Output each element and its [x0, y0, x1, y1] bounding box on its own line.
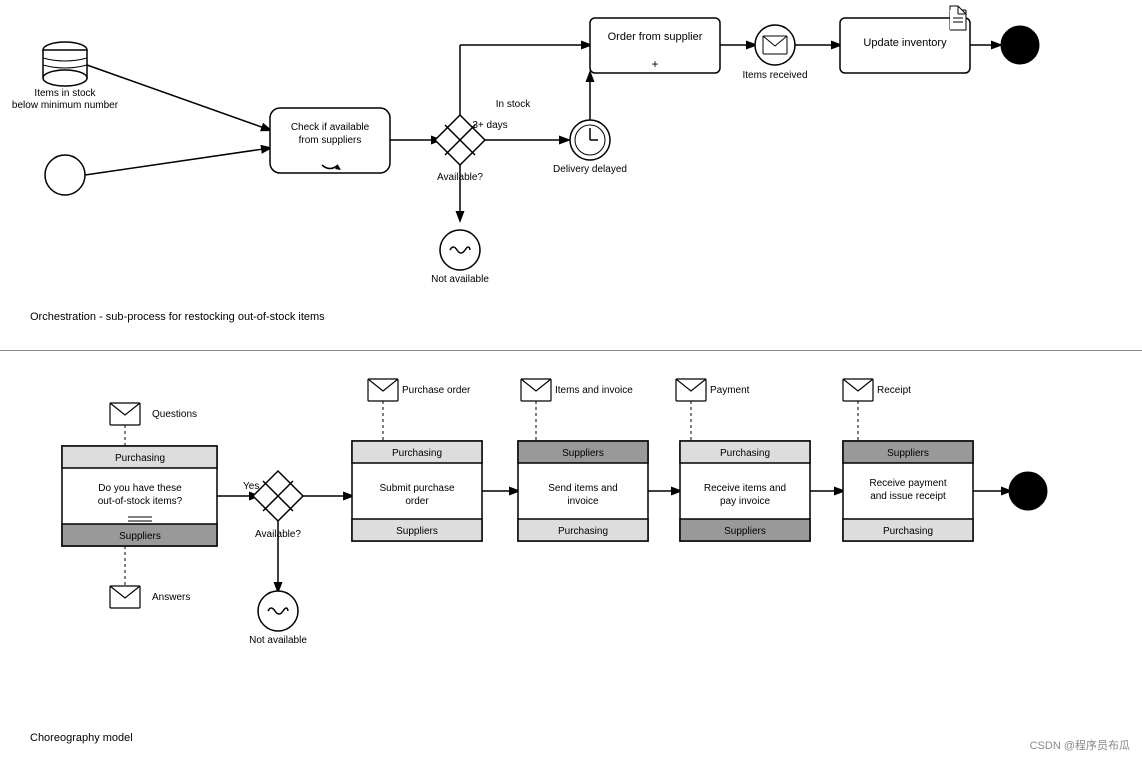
page: Items in stock below minimum number Chec…: [0, 0, 1142, 761]
top-diagram: Items in stock below minimum number Chec…: [0, 0, 1142, 350]
threedays-label: 3+ days: [472, 120, 507, 131]
po-msg-label: Purchase order: [402, 385, 471, 396]
check-main2: out-of-stock items?: [98, 496, 183, 507]
pay-main1: Receive items and: [704, 483, 786, 494]
watermark: CSDN @程序员布瓜: [1030, 737, 1130, 753]
svg-text:+: +: [651, 57, 658, 71]
rec-top-label: Suppliers: [887, 448, 929, 459]
bottom-diagram-title: Choreography model: [30, 732, 133, 744]
pay-main2: pay invoice: [720, 496, 770, 507]
task1-label1: Check if available: [291, 122, 370, 133]
start1-label2: below minimum number: [12, 100, 119, 111]
questions-label: Questions: [152, 409, 197, 420]
not-available-label2: Not available: [249, 635, 307, 646]
check-top-label: Purchasing: [115, 453, 165, 464]
inv-msg-label: Items and invoice: [555, 385, 633, 396]
inv-main2: invoice: [567, 496, 599, 507]
top-svg: Items in stock below minimum number Chec…: [0, 0, 1142, 350]
rec-bot-label: Purchasing: [883, 526, 933, 537]
items-received-label: Items received: [742, 70, 807, 81]
pay-bot-label: Suppliers: [724, 526, 766, 537]
start1-label: Items in stock: [34, 88, 96, 99]
instock-label: In stock: [496, 99, 531, 110]
po-main2: order: [405, 496, 429, 507]
not-available-label: Not available: [431, 274, 489, 285]
bottom-svg: Questions Purchasing Do you have these o…: [0, 351, 1142, 762]
po-top-label: Purchasing: [392, 448, 442, 459]
inv-top-label: Suppliers: [562, 448, 604, 459]
yes-label: Yes: [243, 481, 259, 492]
inv-main1: Send items and: [548, 483, 618, 494]
rec-main1: Receive payment: [869, 478, 946, 489]
po-bot-label: Suppliers: [396, 526, 438, 537]
rec-main2: and issue receipt: [870, 491, 946, 502]
pay-msg-label: Payment: [710, 385, 750, 396]
check-bot-label: Suppliers: [119, 531, 161, 542]
bottom-diagram: Questions Purchasing Do you have these o…: [0, 350, 1142, 761]
delivery-delayed-label: Delivery delayed: [553, 164, 627, 175]
rec-msg-label: Receipt: [877, 385, 911, 396]
update-label: Update inventory: [863, 37, 947, 49]
top-diagram-title: Orchestration - sub-process for restocki…: [30, 311, 325, 323]
task1-label2: from suppliers: [299, 135, 362, 146]
order-label: Order from supplier: [608, 31, 703, 43]
pay-top-label: Purchasing: [720, 448, 770, 459]
check-main1: Do you have these: [98, 483, 182, 494]
po-main1: Submit purchase: [379, 483, 454, 494]
inv-bot-label: Purchasing: [558, 526, 608, 537]
answers-label: Answers: [152, 592, 190, 603]
